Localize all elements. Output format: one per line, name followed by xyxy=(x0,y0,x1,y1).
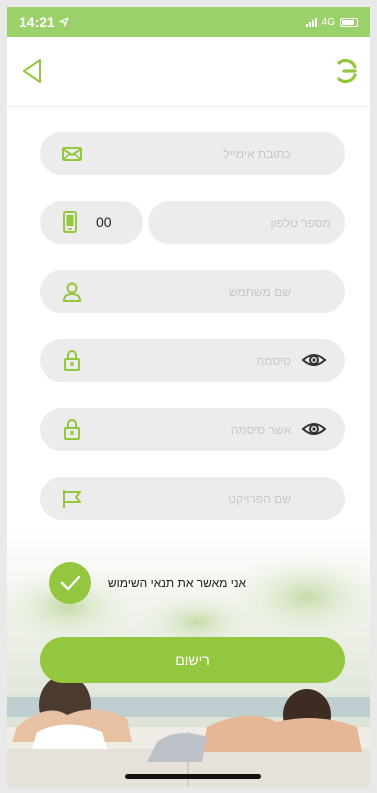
flag-icon xyxy=(63,490,81,508)
username-input[interactable] xyxy=(71,284,291,299)
phone-screen: 14:21 4G כתובת אימייל 00 מספר טלפון שם מ… xyxy=(7,7,370,787)
phone-input[interactable] xyxy=(162,215,331,230)
status-bar: 14:21 4G xyxy=(7,7,370,37)
phone-field[interactable] xyxy=(148,201,345,244)
back-triangle-icon[interactable] xyxy=(21,57,43,85)
lock-icon xyxy=(64,419,80,440)
email-input[interactable] xyxy=(71,146,291,161)
status-time: 14:21 xyxy=(19,14,55,30)
eye-icon[interactable] xyxy=(301,420,327,438)
terms-label[interactable]: אני מאשר את תנאי השימוש xyxy=(97,576,257,590)
username-field[interactable] xyxy=(40,270,345,313)
country-code-field[interactable]: 00 xyxy=(40,201,143,244)
confirm-password-field[interactable] xyxy=(40,408,345,451)
location-arrow-icon xyxy=(59,17,69,27)
email-field[interactable] xyxy=(40,132,345,175)
project-name-field[interactable] xyxy=(40,477,345,520)
home-indicator xyxy=(125,774,261,779)
envelope-icon xyxy=(62,147,82,161)
network-type: 4G xyxy=(321,16,335,28)
user-icon xyxy=(63,282,81,302)
password-input[interactable] xyxy=(111,353,291,368)
lock-icon xyxy=(64,350,80,371)
status-right: 4G xyxy=(305,16,358,28)
battery-icon xyxy=(340,17,358,27)
confirm-password-input[interactable] xyxy=(111,422,291,437)
project-name-input[interactable] xyxy=(71,491,291,506)
checkmark-icon xyxy=(60,575,81,591)
country-code-value: 00 xyxy=(96,214,112,230)
terms-checkbox[interactable] xyxy=(49,562,91,604)
signal-icon xyxy=(305,17,317,27)
app-bar xyxy=(7,37,370,107)
phone-icon xyxy=(63,211,77,233)
eye-icon[interactable] xyxy=(301,351,327,369)
register-button[interactable]: רישום xyxy=(40,637,345,683)
app-logo-icon xyxy=(337,58,357,84)
password-field[interactable] xyxy=(40,339,345,382)
